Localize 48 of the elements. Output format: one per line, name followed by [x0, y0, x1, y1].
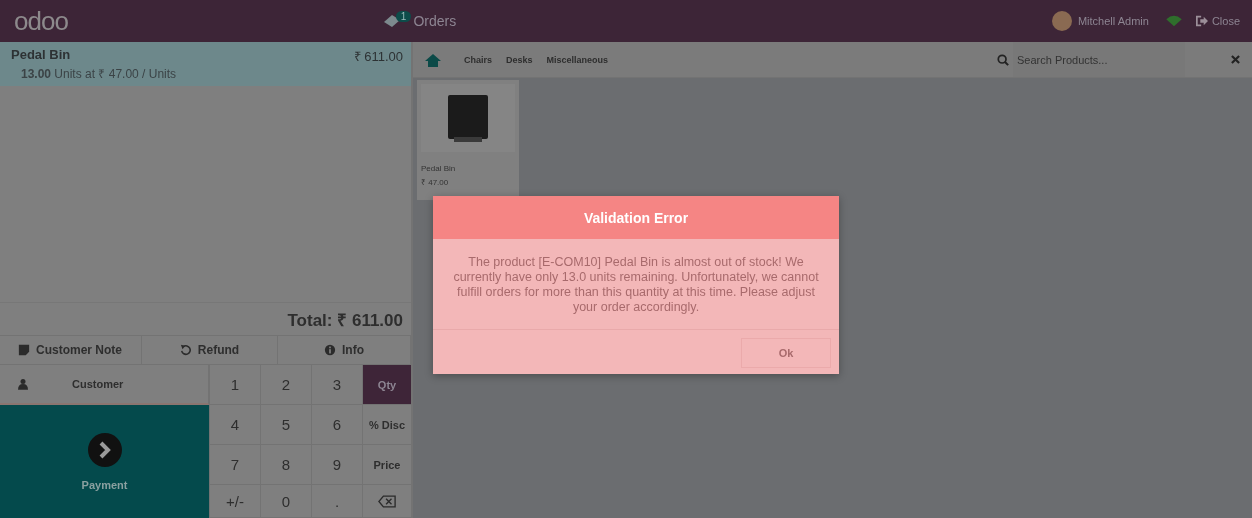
orders-label: Orders: [413, 13, 457, 29]
numpad-key[interactable]: .: [311, 485, 362, 518]
close-icon: [1231, 55, 1240, 64]
undo-icon: [179, 344, 192, 356]
backspace-button[interactable]: [362, 485, 411, 518]
numpad-key[interactable]: 1: [209, 365, 260, 405]
numpad-key[interactable]: +/-: [209, 485, 260, 518]
category-button[interactable]: Miscellaneous: [539, 50, 616, 69]
user-name: Mitchell Admin: [1077, 15, 1149, 27]
numpad-key[interactable]: 5: [260, 405, 311, 445]
note-icon: [18, 344, 30, 356]
mode-button[interactable]: % Disc: [362, 405, 411, 445]
mode-button[interactable]: Price: [362, 445, 411, 485]
numpad-key[interactable]: 4: [209, 405, 260, 445]
category-button[interactable]: Chairs: [457, 50, 499, 69]
ok-button[interactable]: Ok: [741, 338, 831, 368]
close-button[interactable]: Close: [1192, 13, 1242, 29]
home-icon: [425, 52, 441, 67]
dialog-message: The product [E-COM10] Pedal Bin is almost out of stock! We currently have only 13.0 units remaining. Unfortunately, we cannot fulfill orders for more than this quantity at this time. Please adjust your order accordingly.: [433, 239, 839, 330]
dialog-title: Validation Error: [433, 196, 839, 239]
numpad-key[interactable]: 9: [311, 445, 362, 485]
line-detail: 13.00 Units at ₹ 47.00 / Units: [20, 66, 178, 82]
mode-button[interactable]: Qty: [362, 365, 411, 405]
backspace-icon: [378, 494, 396, 508]
payment-button[interactable]: Payment: [0, 405, 209, 518]
customer-button[interactable]: Customer: [0, 365, 209, 405]
info-icon: [324, 344, 336, 356]
sign-out-icon: [1194, 15, 1209, 27]
order-count-badge: 1: [395, 10, 412, 22]
logo: odoo: [14, 5, 68, 37]
product-name: Pedal Bin: [11, 47, 71, 64]
numpad-key[interactable]: 7: [209, 445, 260, 485]
category-button[interactable]: Desks: [499, 50, 540, 69]
orders-button[interactable]: 1 Orders: [377, 11, 461, 31]
numpad-key[interactable]: 8: [260, 445, 311, 485]
order-total: Total: ₹ 611.00: [287, 309, 403, 331]
avatar: [1051, 11, 1072, 31]
bin-icon: [446, 93, 490, 143]
numpad-key[interactable]: 0: [260, 485, 311, 518]
numpad-key[interactable]: 2: [260, 365, 311, 405]
wifi-icon: [1164, 15, 1183, 27]
numpad-key[interactable]: 3: [311, 365, 362, 405]
product-price: ₹ 47.00: [421, 177, 450, 187]
user-icon: [18, 378, 28, 390]
search-icon: [997, 53, 1009, 66]
line-price: ₹ 611.00: [353, 48, 403, 65]
chevron-right-icon: [87, 432, 122, 467]
numpad-key[interactable]: 6: [311, 405, 362, 445]
